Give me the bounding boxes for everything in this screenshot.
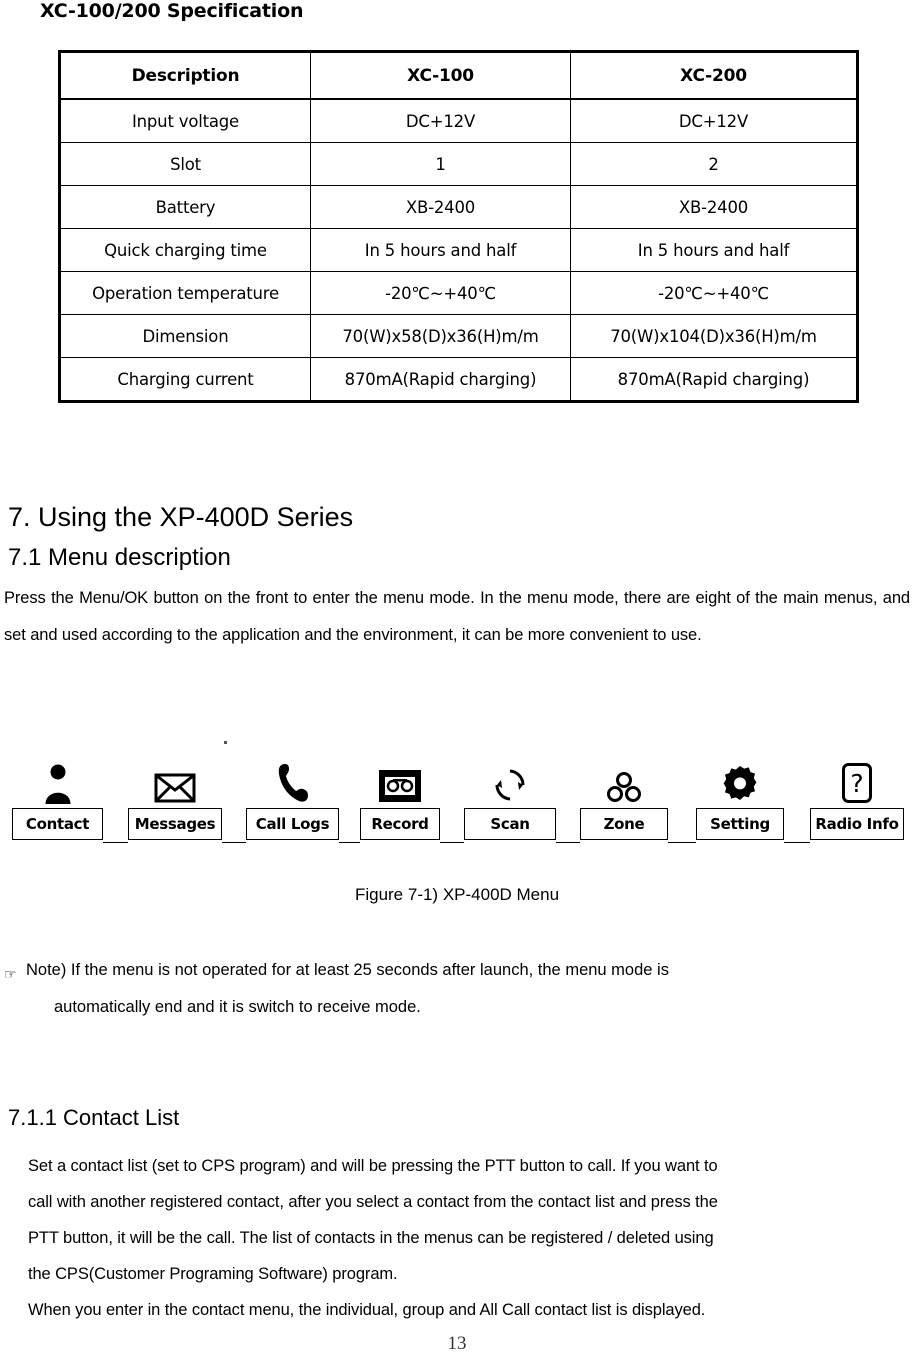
table-cell: Operation temperature	[59, 271, 311, 315]
table-cell: -20℃~+40℃	[310, 271, 571, 315]
page-title: XC-100/200 Specification	[40, 0, 304, 22]
table-row: Battery XB-2400 XB-2400	[59, 185, 858, 229]
table-cell: XB-2400	[310, 185, 571, 229]
pointing-hand-icon: ☞	[4, 966, 17, 982]
menu-box-label[interactable]: Contact	[12, 808, 103, 840]
subsection-heading: 7.1.1 Contact List	[8, 1105, 180, 1130]
table-cell: Battery	[59, 185, 311, 229]
note-block: ☞ Note) If the menu is not operated for …	[4, 952, 910, 1026]
menu-node-radio-info[interactable]: ? Radio Info	[810, 758, 904, 840]
table-row: Dimension 70(W)x58(D)x36(H)m/m 70(W)x104…	[59, 314, 858, 358]
table-row: Input voltage DC+12V DC+12V	[59, 98, 858, 143]
envelope-icon	[128, 758, 222, 804]
menu-box-label[interactable]: Setting	[696, 808, 784, 840]
note-line-1: Note) If the menu is not operated for at…	[26, 961, 669, 979]
table-cell: DC+12V	[570, 98, 858, 143]
contact-list-paragraph: Set a contact list (set to CPS program) …	[28, 1148, 910, 1328]
table-row: Quick charging time In 5 hours and half …	[59, 228, 858, 272]
menu-node-messages[interactable]: Messages	[128, 758, 222, 840]
menu-node-zone[interactable]: Zone	[580, 758, 668, 840]
table-header-row: Description XC-100 XC-200	[59, 51, 858, 100]
menu-node-contact[interactable]: Contact	[12, 758, 103, 840]
table-row: Charging current 870mA(Rapid charging) 8…	[59, 357, 858, 402]
circular-arrows-icon	[464, 758, 556, 804]
table-cell: 870mA(Rapid charging)	[310, 357, 571, 402]
table-row: Operation temperature -20℃~+40℃ -20℃~+40…	[59, 271, 858, 315]
question-mark-icon: ?	[810, 758, 904, 804]
menu-box-label[interactable]: Record	[360, 808, 440, 840]
table-cell: 870mA(Rapid charging)	[570, 357, 858, 402]
menu-box-label[interactable]: Messages	[128, 808, 222, 840]
paragraph-line: When you enter in the contact menu, the …	[28, 1301, 706, 1319]
menu-box-label[interactable]: Call Logs	[246, 808, 339, 840]
menu-node-record[interactable]: Record	[360, 758, 440, 840]
paragraph-line: the CPS(Customer Programing Software) pr…	[28, 1265, 398, 1283]
table-cell: -20℃~+40℃	[570, 271, 858, 315]
table-header-xc200: XC-200	[570, 51, 858, 100]
table-cell: Quick charging time	[59, 228, 311, 272]
menu-node-setting[interactable]: Setting	[696, 758, 784, 840]
connector-line	[784, 842, 810, 843]
intro-paragraph: Press the Menu/OK button on the front to…	[4, 589, 910, 644]
table-cell: 70(W)x58(D)x36(H)m/m	[310, 314, 571, 358]
table-header-xc100: XC-100	[310, 51, 571, 100]
connector-line	[668, 842, 696, 843]
cassette-tape-icon	[360, 758, 440, 804]
note-line-2: automatically end and it is switch to re…	[54, 998, 421, 1016]
chapter-heading: 7. Using the XP-400D Series	[8, 502, 354, 532]
menu-box-label[interactable]: Radio Info	[810, 808, 904, 840]
table-cell: In 5 hours and half	[570, 228, 858, 272]
section-heading: 7.1 Menu description	[8, 544, 231, 571]
connector-line	[440, 842, 464, 843]
menu-flow-diagram: Contact Messages Call Logs Record Scan Z…	[0, 758, 914, 858]
phone-handset-icon	[246, 758, 339, 804]
table-cell: Dimension	[59, 314, 311, 358]
table-cell: Slot	[59, 142, 311, 186]
table-header-description: Description	[59, 51, 311, 100]
table-cell: In 5 hours and half	[310, 228, 571, 272]
connector-line	[339, 842, 360, 843]
svg-text:?: ?	[850, 769, 863, 798]
menu-box-label[interactable]: Scan	[464, 808, 556, 840]
paragraph-line: call with another registered contact, af…	[28, 1193, 718, 1211]
table-cell: Charging current	[59, 357, 311, 402]
table-cell: 70(W)x104(D)x36(H)m/m	[570, 314, 858, 358]
gear-icon	[696, 758, 784, 804]
table-cell: 1	[310, 142, 571, 186]
person-icon	[12, 758, 103, 804]
stray-dot-artifact	[224, 741, 227, 744]
table-cell: 2	[570, 142, 858, 186]
connector-line	[103, 842, 128, 843]
table-cell: XB-2400	[570, 185, 858, 229]
table-cell: DC+12V	[310, 98, 571, 143]
table-cell: Input voltage	[59, 98, 311, 143]
page-number: 13	[447, 1333, 467, 1354]
table-row: Slot 1 2	[59, 142, 858, 186]
connector-line	[222, 842, 246, 843]
paragraph-line: PTT button, it will be the call. The lis…	[28, 1229, 714, 1247]
menu-node-call-logs[interactable]: Call Logs	[246, 758, 339, 840]
menu-node-scan[interactable]: Scan	[464, 758, 556, 840]
three-circles-icon	[580, 758, 668, 804]
figure-caption: Figure 7-1) XP-400D Menu	[354, 885, 560, 904]
menu-box-label[interactable]: Zone	[580, 808, 668, 840]
connector-line	[556, 842, 580, 843]
specification-table: Description XC-100 XC-200 Input voltage …	[58, 50, 859, 403]
paragraph-line: Set a contact list (set to CPS program) …	[28, 1157, 718, 1175]
